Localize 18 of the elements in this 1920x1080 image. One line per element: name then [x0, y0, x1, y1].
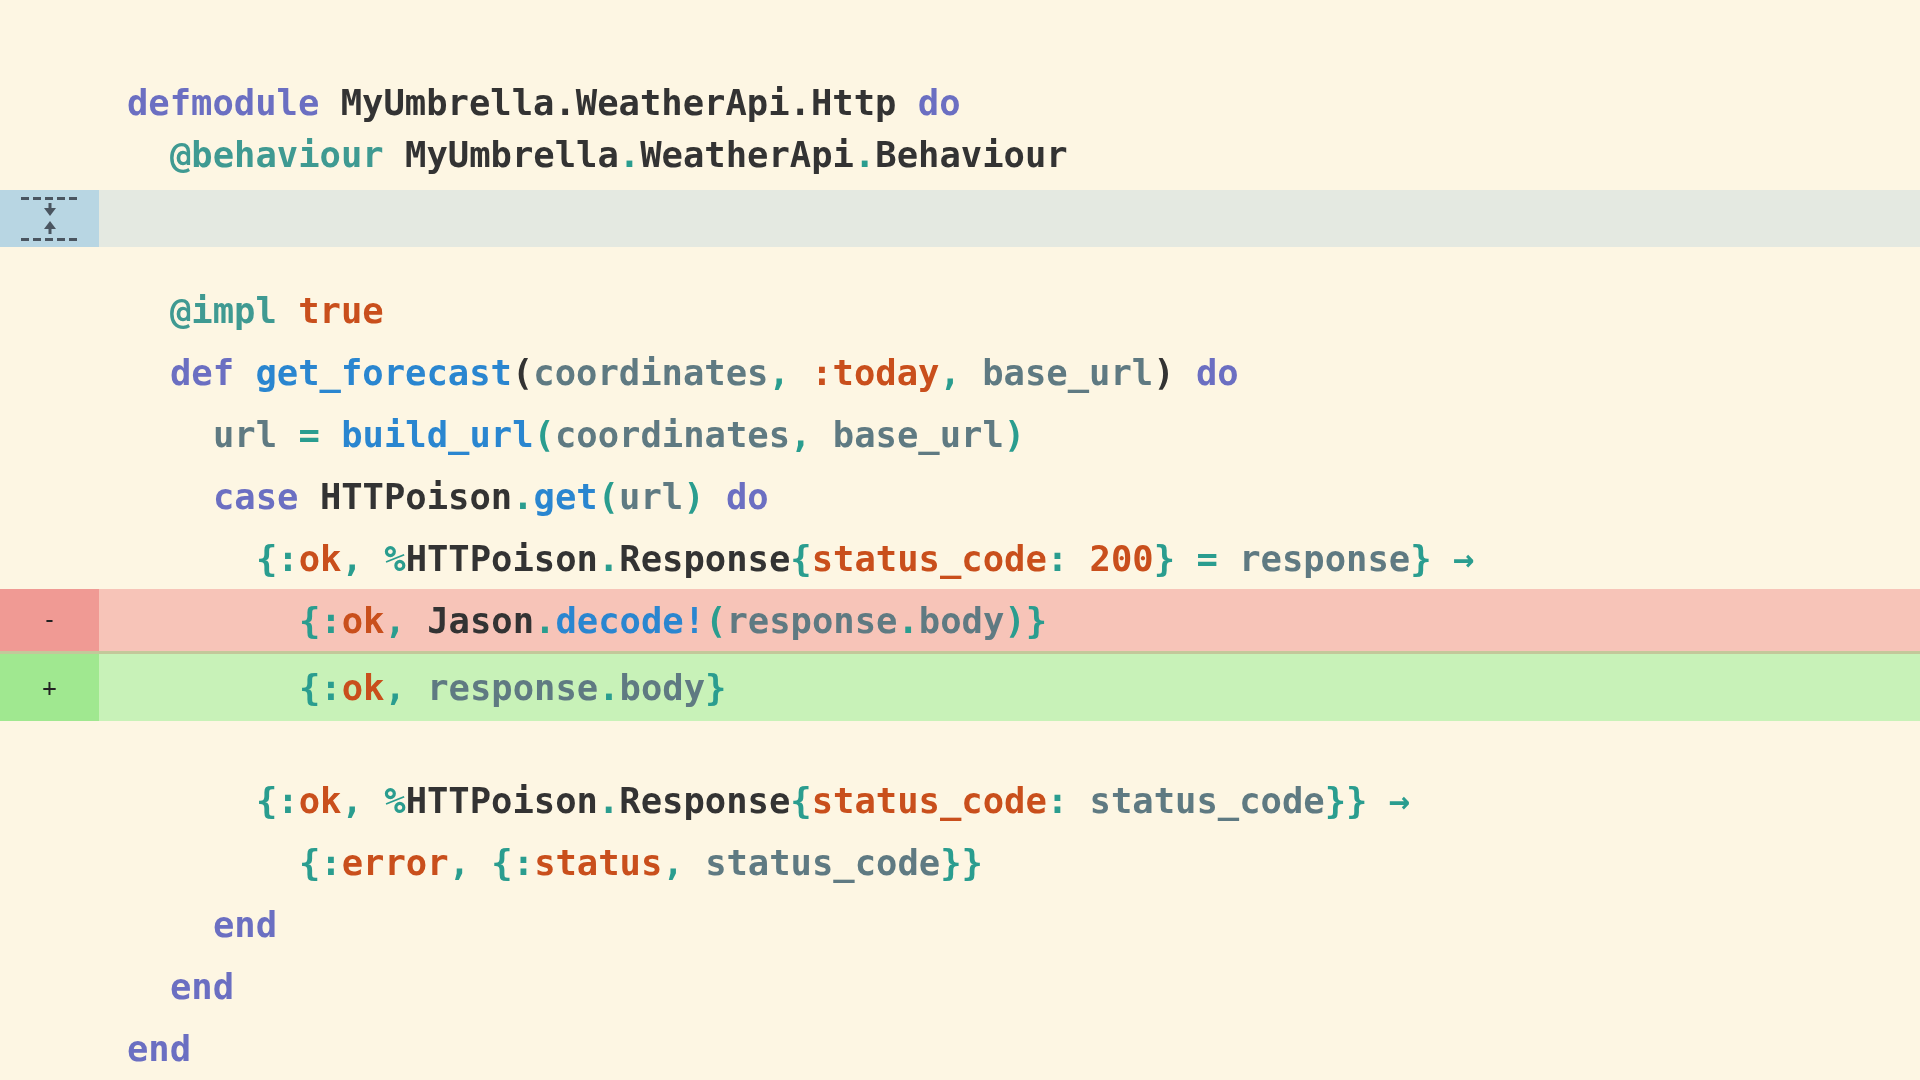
code-line: @impl true [170, 289, 384, 331]
code-line: case HTTPoison.get(url) do [213, 475, 769, 517]
code-line: {:ok, %HTTPoison.Response{status_code: 200} = response} → [256, 537, 1475, 579]
code-line: {:ok, Jason.decode!(response.body)} [299, 599, 1048, 641]
code-line: def get_forecast(coordinates, :today, base_url) do [170, 351, 1239, 393]
code-line: end [127, 1027, 192, 1069]
code-line: {:error, {:status, status_code}} [299, 841, 983, 883]
code-line: {:ok, response.body} [299, 667, 727, 708]
diff-marker: - [42, 606, 57, 634]
diff-marker: + [42, 673, 57, 702]
code-line: url = build_url(coordinates, base_url) [213, 413, 1026, 455]
code-line: end [170, 965, 235, 1007]
code-line: {:ok, %HTTPoison.Response{status_code: status_code}} → [256, 779, 1411, 821]
expand-lines-button[interactable] [0, 190, 99, 247]
code-line: end [213, 903, 278, 945]
expand-lines-icon [20, 195, 79, 242]
code-line: defmodule MyUmbrella.WeatherApi.Http do [127, 81, 961, 123]
code-line: @behaviour MyUmbrella.WeatherApi.Behaviour [170, 133, 1068, 175]
